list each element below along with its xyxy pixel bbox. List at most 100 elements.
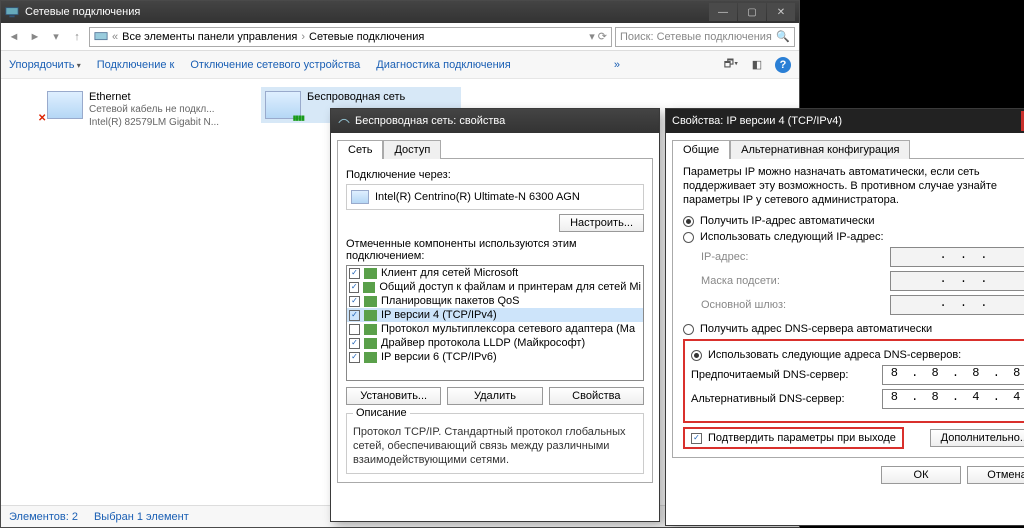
remove-button[interactable]: Удалить (447, 387, 542, 405)
radio-ip-manual[interactable]: Использовать следующий IP-адрес: (683, 231, 1024, 243)
breadcrumb-control-panel[interactable]: Все элементы панели управления (122, 31, 297, 43)
component-item[interactable]: IP версии 6 (TCP/IPv6) (347, 350, 643, 364)
ok-button[interactable]: ОК (881, 466, 961, 484)
checkbox-icon[interactable] (349, 352, 360, 363)
checkbox-icon[interactable] (349, 268, 360, 279)
component-item[interactable]: Клиент для сетей Microsoft (347, 266, 643, 280)
connect-via-label: Подключение через: (346, 169, 644, 181)
checkbox-icon[interactable] (349, 282, 359, 293)
ipv4-titlebar[interactable]: Свойства: IP версии 4 (TCP/IPv4) ✕ (666, 109, 1024, 133)
component-label: IP версии 6 (TCP/IPv6) (381, 351, 497, 363)
configure-button[interactable]: Настроить... (559, 214, 644, 232)
checkbox-icon[interactable] (349, 310, 360, 321)
component-item[interactable]: IP версии 4 (TCP/IPv4) (347, 308, 643, 322)
item-count: Элементов: 2 (9, 511, 78, 523)
close-button[interactable]: ✕ (767, 3, 795, 21)
forward-button[interactable]: ► (26, 28, 44, 46)
component-label: Протокол мультиплексора сетевого адаптер… (381, 323, 635, 335)
tab-general[interactable]: Общие (672, 140, 730, 159)
network-icon (5, 5, 19, 19)
component-label: Клиент для сетей Microsoft (381, 267, 518, 279)
ip-addr-input: . . . (890, 247, 1024, 267)
help-icon[interactable]: ? (775, 57, 791, 73)
install-button[interactable]: Установить... (346, 387, 441, 405)
adapter-icon (351, 190, 369, 204)
protocol-icon (364, 352, 377, 363)
back-button[interactable]: ◄ (5, 28, 23, 46)
history-dropdown[interactable]: ▾ (47, 28, 65, 46)
search-icon: 🔍 (776, 30, 790, 43)
wifi-icon (265, 91, 301, 119)
tab-access[interactable]: Доступ (383, 140, 441, 159)
address-bar[interactable]: « Все элементы панели управления › Сетев… (89, 27, 612, 47)
breadcrumb-network[interactable]: Сетевые подключения (309, 31, 424, 43)
dialog-title: Беспроводная сеть: свойства (355, 115, 505, 127)
radio-icon (683, 232, 694, 243)
disable-device-button[interactable]: Отключение сетевого устройства (190, 59, 360, 71)
diagnose-button[interactable]: Диагностика подключения (376, 59, 510, 71)
nav-toolbar: ◄ ► ▾ ↑ « Все элементы панели управления… (1, 23, 799, 51)
protocol-icon (364, 310, 377, 321)
radio-ip-auto[interactable]: Получить IP-адрес автоматически (683, 215, 1024, 227)
checkbox-icon[interactable] (349, 324, 360, 335)
validate-checkbox[interactable]: Подтвердить параметры при выходе (691, 432, 896, 444)
organize-menu[interactable]: Упорядочить (9, 59, 81, 71)
ethernet-icon (47, 91, 83, 119)
mask-input: . . . (890, 271, 1024, 291)
view-icons-button[interactable]: 🗗▾ (723, 57, 739, 73)
radio-dns-manual[interactable]: Использовать следующие адреса DNS-сервер… (691, 349, 1024, 361)
tab-network[interactable]: Сеть (337, 140, 383, 159)
description-label: Описание (353, 407, 410, 419)
more-chevron[interactable]: » (614, 59, 620, 71)
connection-ethernet[interactable]: Ethernet Сетевой кабель не подкл... Inte… (43, 87, 253, 133)
selection-count: Выбран 1 элемент (94, 511, 189, 523)
components-list[interactable]: Клиент для сетей Microsoft Общий доступ к… (346, 265, 644, 381)
window-title: Сетевые подключения (25, 6, 140, 18)
advanced-button[interactable]: Дополнительно... (930, 429, 1024, 447)
tab-panel: Подключение через: Intel(R) Centrino(R) … (337, 158, 653, 483)
dns-pref-input[interactable]: 8 . 8 . 8 . 8 (882, 365, 1024, 385)
component-item[interactable]: Планировщик пакетов QoS (347, 294, 643, 308)
ethernet-device: Intel(R) 82579LM Gigabit N... (89, 116, 219, 129)
checkbox-icon[interactable] (349, 338, 360, 349)
wifi-small-icon (337, 114, 351, 128)
preview-pane-button[interactable]: ◧ (749, 57, 765, 73)
radio-dns-auto[interactable]: Получить адрес DNS-сервера автоматически (683, 323, 1024, 335)
dns-alt-label: Альтернативный DNS-сервер: (691, 393, 882, 405)
checkbox-icon[interactable] (349, 296, 360, 307)
component-label: Драйвер протокола LLDP (Майкрософт) (381, 337, 585, 349)
protocol-icon (364, 338, 377, 349)
description-text: Протокол TCP/IP. Стандартный протокол гл… (353, 425, 637, 467)
ipv4-properties-dialog: Свойства: IP версии 4 (TCP/IPv4) ✕ Общие… (665, 108, 1024, 526)
minimize-button[interactable]: — (709, 3, 737, 21)
search-input[interactable]: Поиск: Сетевые подключения 🔍 (615, 27, 795, 47)
components-label: Отмеченные компоненты используются этим … (346, 238, 644, 262)
ipv4-tab-panel: Параметры IP можно назначать автоматичес… (672, 158, 1024, 458)
mask-label: Маска подсети: (701, 275, 890, 287)
radio-icon (683, 216, 694, 227)
ip-addr-label: IP-адрес: (701, 251, 890, 263)
component-item[interactable]: Протокол мультиплексора сетевого адаптер… (347, 322, 643, 336)
command-toolbar: Упорядочить Подключение к Отключение сет… (1, 51, 799, 79)
refresh-icon[interactable]: ▾ ⟳ (589, 30, 607, 43)
connect-to-button[interactable]: Подключение к (97, 59, 175, 71)
protocol-icon (364, 324, 377, 335)
wifi-name: Беспроводная сеть (307, 91, 405, 103)
maximize-button[interactable]: ▢ (738, 3, 766, 21)
dns-alt-input[interactable]: 8 . 8 . 4 . 4 (882, 389, 1024, 409)
titlebar[interactable]: Сетевые подключения — ▢ ✕ (1, 1, 799, 23)
dns-manual-highlight: Использовать следующие адреса DNS-сервер… (683, 339, 1024, 423)
component-item[interactable]: Драйвер протокола LLDP (Майкрософт) (347, 336, 643, 350)
ethernet-status: Сетевой кабель не подкл... (89, 103, 219, 116)
component-properties-button[interactable]: Свойства (549, 387, 644, 405)
checkbox-icon (691, 433, 702, 444)
component-label: Общий доступ к файлам и принтерам для се… (379, 281, 641, 293)
dialog-titlebar[interactable]: Беспроводная сеть: свойства (331, 109, 659, 133)
tabs: Сеть Доступ (331, 133, 659, 158)
radio-icon (683, 324, 694, 335)
tab-alt-config[interactable]: Альтернативная конфигурация (730, 140, 910, 159)
component-item[interactable]: Общий доступ к файлам и принтерам для се… (347, 280, 643, 294)
up-button[interactable]: ↑ (68, 28, 86, 46)
cancel-button[interactable]: Отмена (967, 466, 1024, 484)
gateway-label: Основной шлюз: (701, 299, 890, 311)
